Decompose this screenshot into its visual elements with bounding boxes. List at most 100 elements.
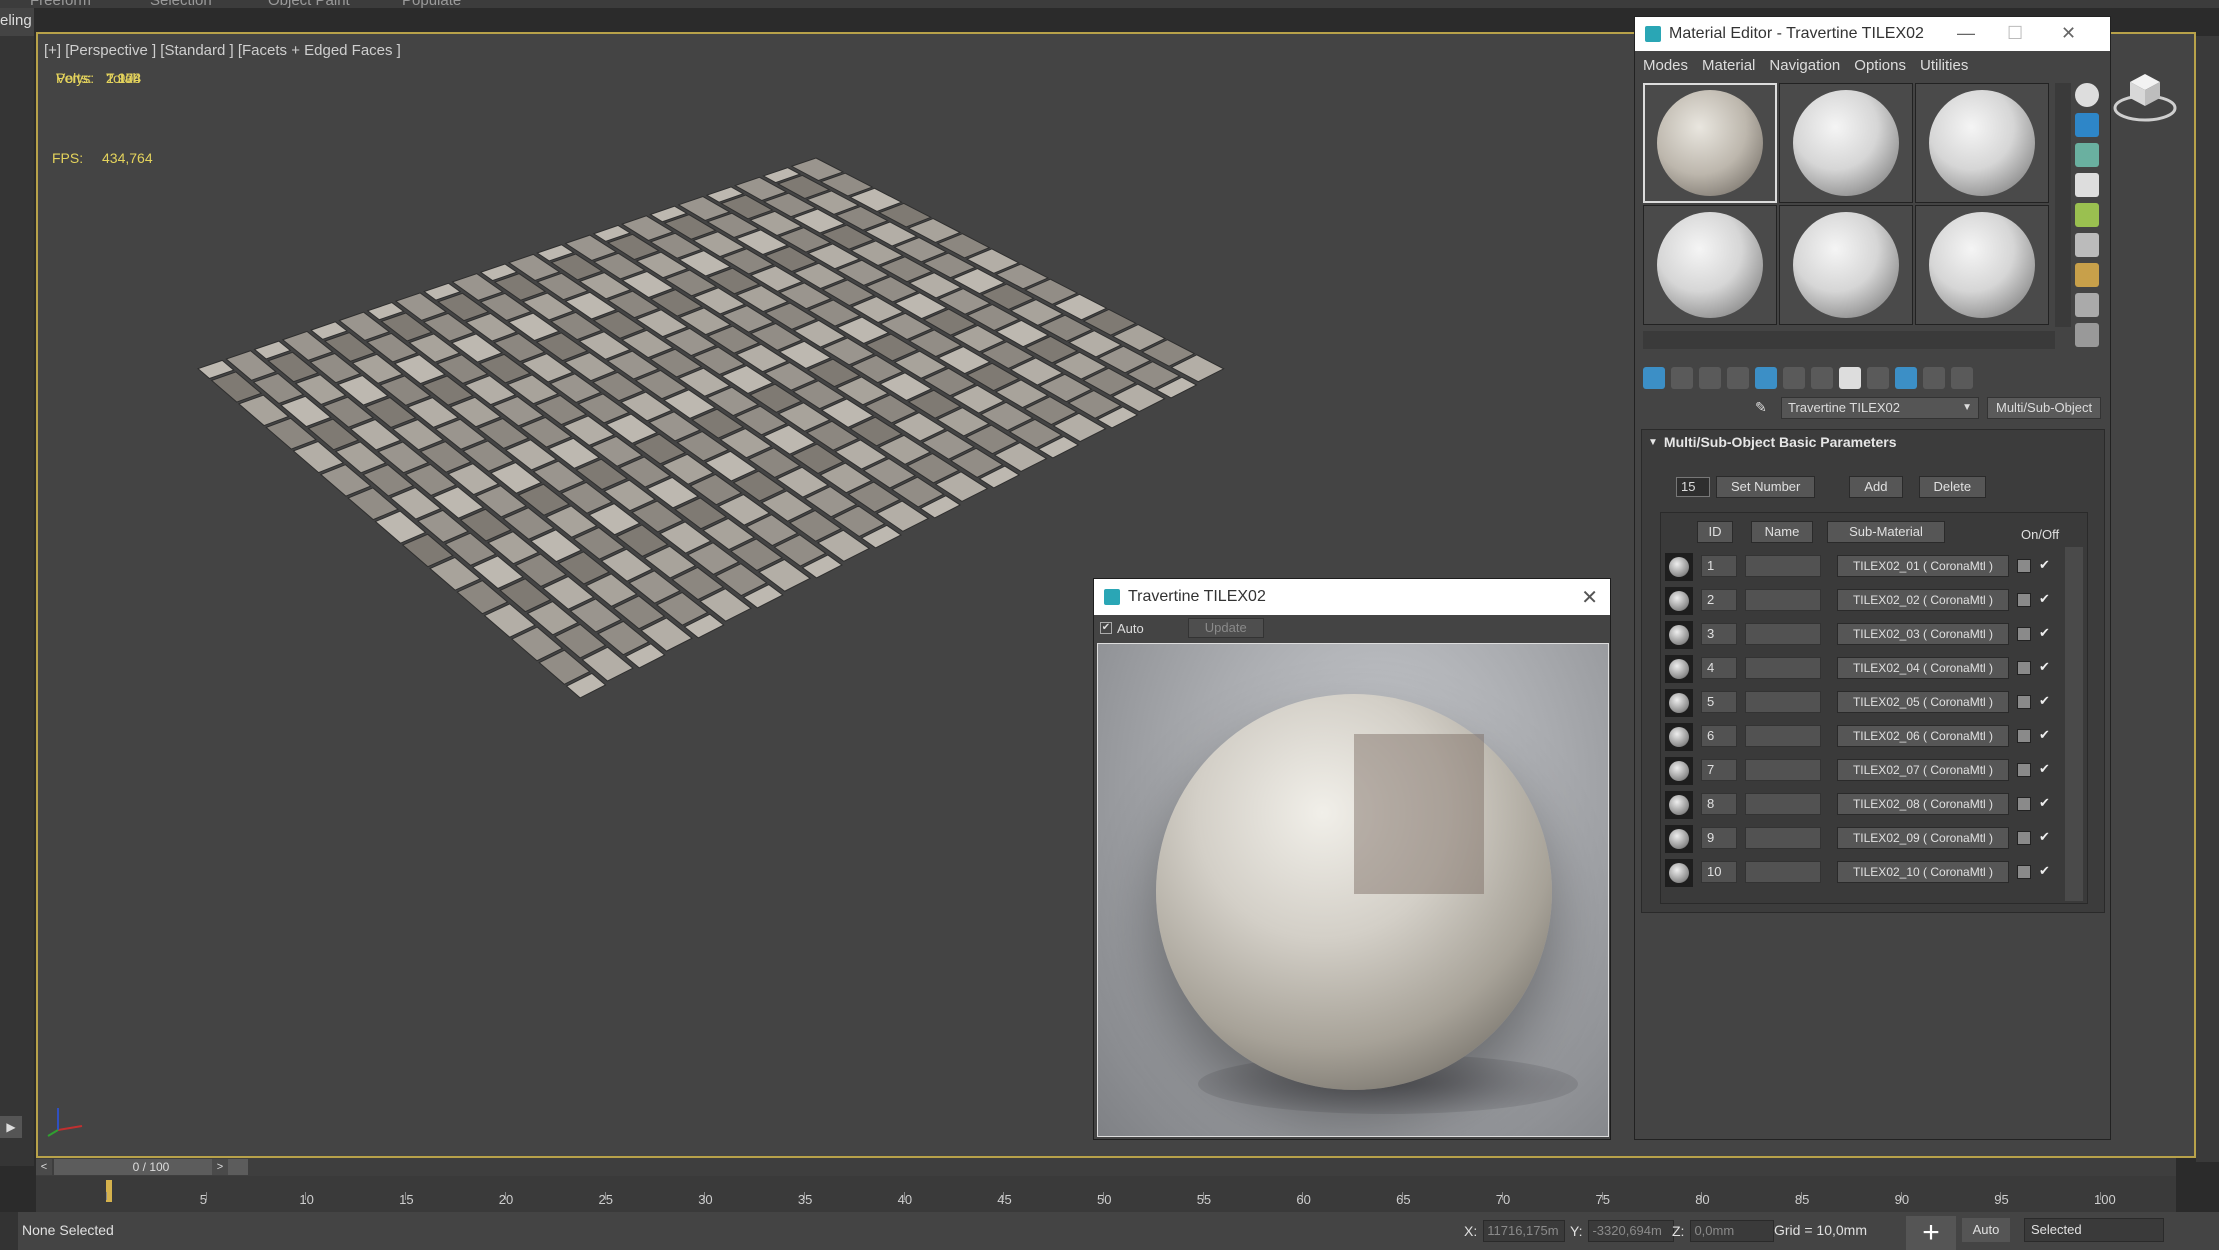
material-id-channel-icon[interactable] — [1839, 367, 1861, 389]
material-slot-2[interactable] — [1779, 83, 1913, 203]
submaterial-thumbnail[interactable] — [1665, 587, 1693, 615]
ribbon-tab-object-paint[interactable]: Object Paint — [268, 0, 350, 8]
ribbon-tab-populate[interactable]: Populate — [402, 0, 461, 8]
key-filter-dropdown[interactable]: Selected — [2024, 1218, 2164, 1242]
submaterial-row[interactable]: 2 TILEX02_02 ( CoronaMtl ) ✔ — [1665, 585, 2057, 619]
submaterial-row[interactable]: 1 TILEX02_01 ( CoronaMtl ) ✔ — [1665, 551, 2057, 585]
menu-navigation[interactable]: Navigation — [1769, 57, 1840, 74]
submaterial-color-swatch[interactable] — [2017, 763, 2031, 777]
copy-material-icon[interactable] — [1755, 367, 1777, 389]
submaterial-button[interactable]: TILEX02_04 ( CoronaMtl ) — [1837, 657, 2009, 679]
submaterial-button[interactable]: TILEX02_05 ( CoronaMtl ) — [1837, 691, 2009, 713]
show-end-result-icon[interactable] — [1895, 367, 1917, 389]
set-number-button[interactable]: Set Number — [1716, 476, 1816, 498]
submaterial-scrollbar[interactable] — [2065, 547, 2083, 901]
minimize-icon[interactable]: — — [1957, 23, 1975, 44]
submaterial-row[interactable]: 4 TILEX02_04 ( CoronaMtl ) ✔ — [1665, 653, 2057, 687]
material-name-dropdown[interactable]: Travertine TILEX02 ▼ — [1781, 397, 1979, 419]
submaterial-button[interactable]: TILEX02_09 ( CoronaMtl ) — [1837, 827, 2009, 849]
submaterial-id-field[interactable]: 1 — [1701, 555, 1737, 577]
submaterial-button[interactable]: TILEX02_10 ( CoronaMtl ) — [1837, 861, 2009, 883]
submaterial-color-swatch[interactable] — [2017, 729, 2031, 743]
submaterial-thumbnail[interactable] — [1665, 689, 1693, 717]
submaterial-thumbnail[interactable] — [1665, 621, 1693, 649]
submaterial-row[interactable]: 5 TILEX02_05 ( CoronaMtl ) ✔ — [1665, 687, 2057, 721]
rollout-header[interactable]: ▼ Multi/Sub-Object Basic Parameters — [1642, 430, 2104, 454]
sample-uv-icon[interactable] — [2075, 173, 2099, 197]
submaterial-color-swatch[interactable] — [2017, 831, 2031, 845]
id-column-header[interactable]: ID — [1697, 521, 1733, 543]
submaterial-color-swatch[interactable] — [2017, 559, 2031, 573]
ribbon-tab-selection[interactable]: Selection — [150, 0, 212, 8]
submaterial-name-field[interactable] — [1745, 725, 1821, 747]
submaterial-row[interactable]: 6 TILEX02_06 ( CoronaMtl ) ✔ — [1665, 721, 2057, 755]
submaterial-color-swatch[interactable] — [2017, 661, 2031, 675]
reset-map-icon[interactable] — [1727, 367, 1749, 389]
onoff-checkbox[interactable]: ✔ — [2039, 659, 2050, 675]
material-slot-1[interactable] — [1643, 83, 1777, 203]
submaterial-name-field[interactable] — [1745, 691, 1821, 713]
submaterial-name-field[interactable] — [1745, 861, 1821, 883]
submaterial-thumbnail[interactable] — [1665, 859, 1693, 887]
viewcube-icon[interactable] — [2110, 60, 2180, 130]
material-slot-3[interactable] — [1915, 83, 2049, 203]
backlight-icon[interactable] — [2075, 113, 2099, 137]
submaterial-name-field[interactable] — [1745, 657, 1821, 679]
onoff-checkbox[interactable]: ✔ — [2039, 829, 2050, 845]
onoff-checkbox[interactable]: ✔ — [2039, 863, 2050, 879]
delete-button[interactable]: Delete — [1918, 476, 1987, 498]
submaterial-name-field[interactable] — [1745, 589, 1821, 611]
submaterial-button[interactable]: TILEX02_03 ( CoronaMtl ) — [1837, 623, 2009, 645]
menu-options[interactable]: Options — [1854, 57, 1906, 74]
slots-vertical-scrollbar[interactable] — [2055, 83, 2071, 327]
put-to-library-icon[interactable] — [1811, 367, 1833, 389]
prev-frame-icon[interactable]: < — [36, 1159, 52, 1175]
submaterial-color-swatch[interactable] — [2017, 695, 2031, 709]
close-icon[interactable]: ✕ — [1581, 585, 1598, 610]
submaterial-thumbnail[interactable] — [1665, 723, 1693, 751]
submaterial-id-field[interactable]: 7 — [1701, 759, 1737, 781]
submaterial-id-field[interactable]: 3 — [1701, 623, 1737, 645]
menu-utilities[interactable]: Utilities — [1920, 57, 1968, 74]
material-slot-4[interactable] — [1643, 205, 1777, 325]
submaterial-button[interactable]: TILEX02_01 ( CoronaMtl ) — [1837, 555, 2009, 577]
submaterial-id-field[interactable]: 6 — [1701, 725, 1737, 747]
submaterial-id-field[interactable]: 4 — [1701, 657, 1737, 679]
submaterial-id-field[interactable]: 9 — [1701, 827, 1737, 849]
assign-to-selection-icon[interactable] — [1699, 367, 1721, 389]
y-field[interactable]: -3320,694m — [1588, 1220, 1675, 1242]
viewport-label[interactable]: [+] [Perspective ] [Standard ] [Facets +… — [44, 42, 401, 59]
make-unique-icon[interactable] — [1783, 367, 1805, 389]
submaterial-color-swatch[interactable] — [2017, 593, 2031, 607]
submaterial-color-swatch[interactable] — [2017, 627, 2031, 641]
onoff-checkbox[interactable]: ✔ — [2039, 727, 2050, 743]
maxscript-listener-icon[interactable] — [0, 1212, 18, 1250]
submaterial-name-field[interactable] — [1745, 793, 1821, 815]
submaterial-name-field[interactable] — [1745, 827, 1821, 849]
select-by-material-icon[interactable] — [2075, 293, 2099, 317]
material-type-button[interactable]: Multi/Sub-Object — [1987, 397, 2102, 419]
options-icon[interactable] — [2075, 263, 2099, 287]
submaterial-row[interactable]: 3 TILEX02_03 ( CoronaMtl ) ✔ — [1665, 619, 2057, 653]
onoff-checkbox[interactable]: ✔ — [2039, 625, 2050, 641]
submaterial-id-field[interactable]: 2 — [1701, 589, 1737, 611]
submaterial-name-field[interactable] — [1745, 623, 1821, 645]
material-slot-6[interactable] — [1915, 205, 2049, 325]
submaterial-button[interactable]: TILEX02_06 ( CoronaMtl ) — [1837, 725, 2009, 747]
onoff-checkbox[interactable]: ✔ — [2039, 591, 2050, 607]
get-material-icon[interactable] — [1643, 367, 1665, 389]
submaterial-count-field[interactable]: 15 — [1676, 477, 1710, 497]
submaterial-button[interactable]: TILEX02_08 ( CoronaMtl ) — [1837, 793, 2009, 815]
submaterial-id-field[interactable]: 10 — [1701, 861, 1737, 883]
render-preview-titlebar[interactable]: Travertine TILEX02 ✕ — [1094, 579, 1610, 615]
submaterial-name-field[interactable] — [1745, 759, 1821, 781]
name-column-header[interactable]: Name — [1751, 521, 1813, 543]
add-key-icon[interactable]: + — [1906, 1216, 1956, 1250]
sample-type-icon[interactable] — [2075, 83, 2099, 107]
video-color-check-icon[interactable] — [2075, 203, 2099, 227]
show-shaded-material-icon[interactable] — [1867, 367, 1889, 389]
trackbar[interactable]: 5 10 15 20 25 30 35 40 45 50 55 60 65 70 75 80 85 90 95 100 — [36, 1176, 2176, 1212]
next-frame-icon[interactable]: > — [212, 1159, 228, 1175]
menu-modes[interactable]: Modes — [1643, 57, 1688, 74]
submaterial-id-field[interactable]: 8 — [1701, 793, 1737, 815]
